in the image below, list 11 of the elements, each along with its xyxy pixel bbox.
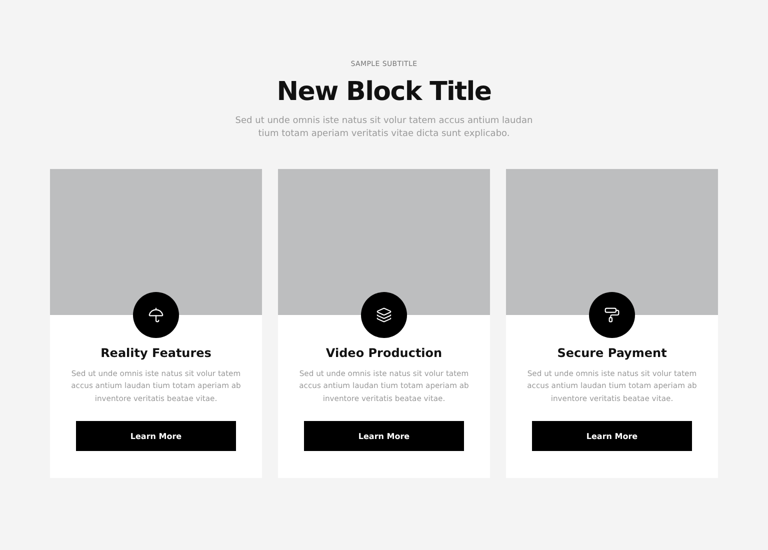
paint-roller-icon	[604, 306, 620, 323]
section-description: Sed ut unde omnis iste natus sit volur tatem accus antium laudan tium totam aperiam veritatis vitae dicta sunt explicabo.	[234, 114, 534, 142]
umbrella-icon	[148, 306, 164, 323]
section-title: New Block Title	[276, 78, 492, 107]
learn-more-button[interactable]: Learn More	[304, 421, 464, 452]
learn-more-button[interactable]: Learn More	[532, 421, 692, 452]
learn-more-button[interactable]: Learn More	[76, 421, 236, 452]
card-title: Video Production	[326, 346, 442, 360]
card-title: Reality Features	[100, 346, 212, 360]
layers-icon	[376, 306, 392, 323]
card-title: Secure Payment	[557, 346, 667, 360]
